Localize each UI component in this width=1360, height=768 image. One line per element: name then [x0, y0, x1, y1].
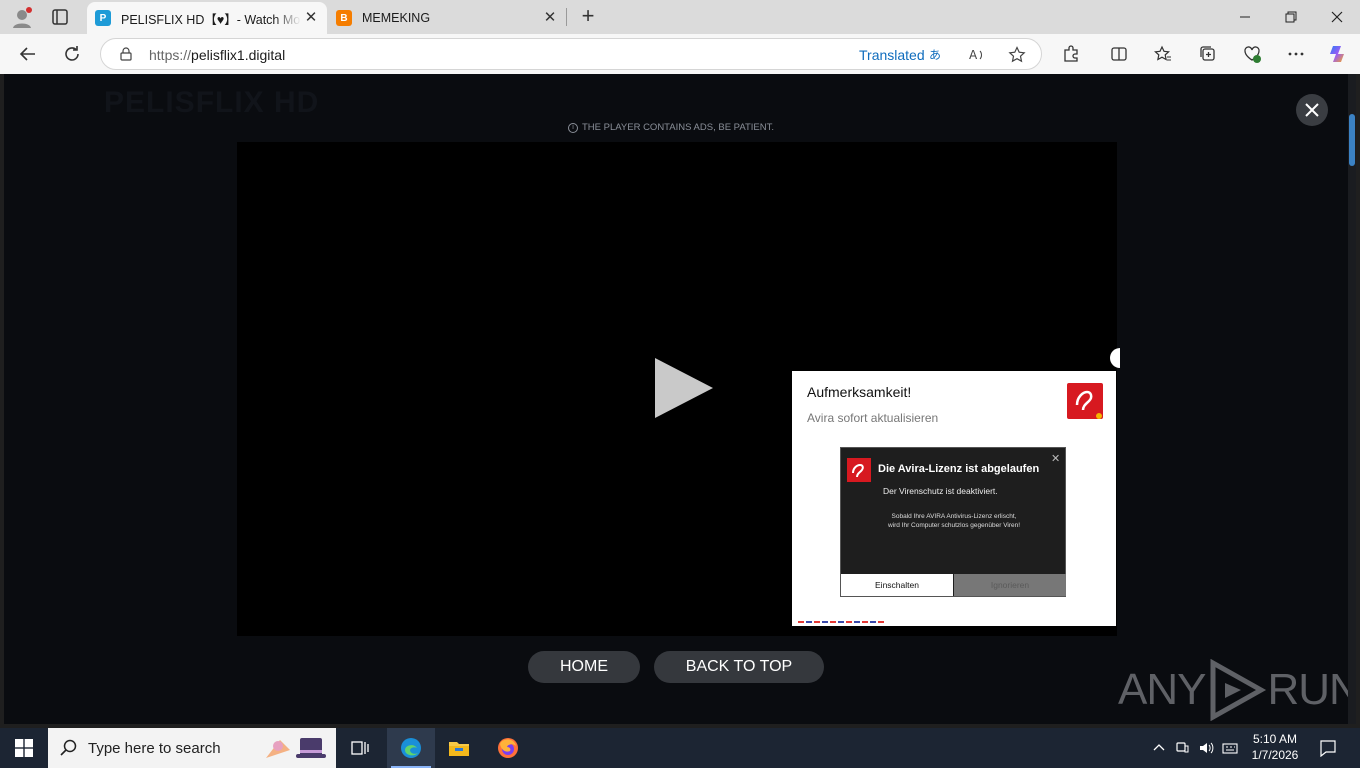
dialog-line1: Der Virenschutz ist deaktiviert. — [883, 486, 998, 496]
avira-small-logo-icon — [847, 458, 871, 482]
watermark-right: RUN — [1267, 665, 1356, 714]
close-overlay-button[interactable] — [1296, 94, 1328, 126]
file-explorer-icon[interactable] — [435, 728, 483, 768]
browser-essentials-icon[interactable] — [1240, 42, 1264, 66]
blogger-favicon-icon: B — [336, 10, 352, 26]
pelisflix-favicon-icon: P — [95, 10, 111, 26]
input-keyboard-icon[interactable] — [1220, 728, 1240, 768]
collections-icon[interactable] — [1196, 42, 1220, 66]
avira-license-dialog[interactable]: Die Avira-Lizenz ist abgelaufen ✕ Der Vi… — [840, 447, 1066, 597]
tab-actions-icon[interactable] — [50, 7, 70, 27]
split-screen-icon[interactable] — [1107, 42, 1131, 66]
avira-logo-icon — [1067, 383, 1103, 419]
favorites-icon[interactable] — [1151, 42, 1175, 66]
tab-pelisflix[interactable]: P PELISFLIX HD【♥】- Watch Movies ✕ — [87, 2, 327, 34]
extensions-icon[interactable] — [1059, 42, 1083, 66]
refresh-icon[interactable] — [60, 42, 84, 66]
tab-divider — [566, 8, 567, 26]
close-tab-icon[interactable]: ✕ — [542, 10, 558, 26]
ignore-button[interactable]: Ignorieren — [954, 574, 1066, 596]
search-icon — [60, 739, 77, 756]
url-text[interactable]: https://pelisflix1.digital — [149, 47, 285, 63]
back-to-top-button[interactable]: BACK TO TOP — [654, 651, 824, 683]
notice-text: THE PLAYER CONTAINS ADS, BE PATIENT. — [582, 122, 774, 133]
anyrun-watermark: ANY RUN — [1118, 659, 1356, 721]
dialog-line2: Sobald Ihre AVIRA Antivirus-Lizenz erlis… — [841, 512, 1067, 530]
search-highlight-icon — [266, 738, 326, 758]
avira-ad-popup[interactable]: Aufmerksamkeit! Avira sofort aktualisier… — [792, 371, 1116, 626]
notifications-icon[interactable] — [1314, 728, 1342, 768]
dialog-title: Die Avira-Lizenz ist abgelaufen — [878, 463, 1040, 475]
favorite-star-icon[interactable] — [1007, 45, 1027, 65]
search-placeholder: Type here to search — [88, 739, 221, 757]
windows-start-icon[interactable] — [0, 728, 48, 768]
volume-icon[interactable] — [1196, 728, 1216, 768]
anyrun-play-icon — [1210, 659, 1267, 721]
translated-label[interactable]: Translated — [859, 47, 925, 63]
dialog-close-icon[interactable]: ✕ — [1051, 452, 1060, 465]
ad-title: Aufmerksamkeit! — [807, 384, 912, 400]
clock-time: 5:10 AM — [1252, 732, 1298, 746]
home-button[interactable]: HOME — [528, 651, 640, 683]
ads-notice: i THE PLAYER CONTAINS ADS, BE PATIENT. — [568, 122, 774, 133]
profile-avatar-icon[interactable] — [10, 6, 34, 30]
scrollbar-thumb[interactable] — [1349, 114, 1355, 166]
watermark-left: ANY — [1118, 665, 1206, 714]
page-scrollbar[interactable] — [1348, 74, 1356, 724]
enable-button[interactable]: Einschalten — [841, 574, 953, 596]
system-clock[interactable]: 5:10 AM 1/7/2026 — [1240, 731, 1310, 763]
taskbar-search-box[interactable]: Type here to search — [48, 728, 336, 768]
network-device-icon[interactable] — [1172, 728, 1192, 768]
read-aloud-icon[interactable]: A — [967, 45, 987, 65]
minimize-icon[interactable] — [1222, 0, 1268, 34]
close-window-icon[interactable] — [1314, 0, 1360, 34]
copilot-icon[interactable] — [1326, 42, 1350, 66]
taskbar: Type here to search 5:10 AM 1/7/2026 — [0, 728, 1360, 768]
play-icon[interactable] — [655, 358, 713, 418]
web-page: PELISFLIX HD i THE PLAYER CONTAINS ADS, … — [4, 74, 1356, 724]
address-bar[interactable]: https://pelisflix1.digital Translated あ … — [100, 38, 1042, 70]
close-icon — [1305, 103, 1319, 117]
tab-title: MEMEKING — [362, 11, 431, 25]
ad-subtitle: Avira sofort aktualisieren — [807, 411, 939, 425]
tab-title: PELISFLIX HD【♥】- Watch Movies — [121, 12, 301, 27]
restore-icon[interactable] — [1268, 0, 1314, 34]
show-hidden-icons[interactable] — [1150, 728, 1168, 768]
close-tab-icon[interactable]: ✕ — [303, 10, 319, 26]
tab-memeking[interactable]: B MEMEKING ✕ — [328, 2, 566, 34]
site-logo[interactable]: PELISFLIX HD — [104, 86, 319, 120]
dialog-line2b: wird Ihr Computer schutzlos gegenüber Vi… — [887, 522, 1021, 529]
firefox-icon[interactable] — [484, 728, 532, 768]
translate-icon[interactable]: あ — [927, 45, 947, 65]
info-icon: i — [568, 122, 578, 133]
edge-taskbar-icon[interactable] — [387, 728, 435, 768]
browser-toolbar: https://pelisflix1.digital Translated あ … — [0, 34, 1360, 74]
tab-strip: P PELISFLIX HD【♥】- Watch Movies ✕ B MEME… — [0, 0, 1360, 34]
more-options-icon[interactable] — [1284, 42, 1308, 66]
lock-icon[interactable] — [119, 47, 133, 61]
dialog-line2a: Sobald Ihre AVIRA Antivirus-Lizenz erlis… — [891, 513, 1017, 520]
back-arrow-icon[interactable] — [16, 42, 40, 66]
clock-date: 1/7/2026 — [1251, 748, 1299, 762]
svg-text:A: A — [969, 48, 978, 62]
task-view-icon[interactable] — [336, 728, 384, 768]
svg-text:あ: あ — [929, 48, 941, 62]
ad-stripe — [798, 621, 886, 623]
new-tab-icon[interactable]: + — [578, 5, 598, 27]
